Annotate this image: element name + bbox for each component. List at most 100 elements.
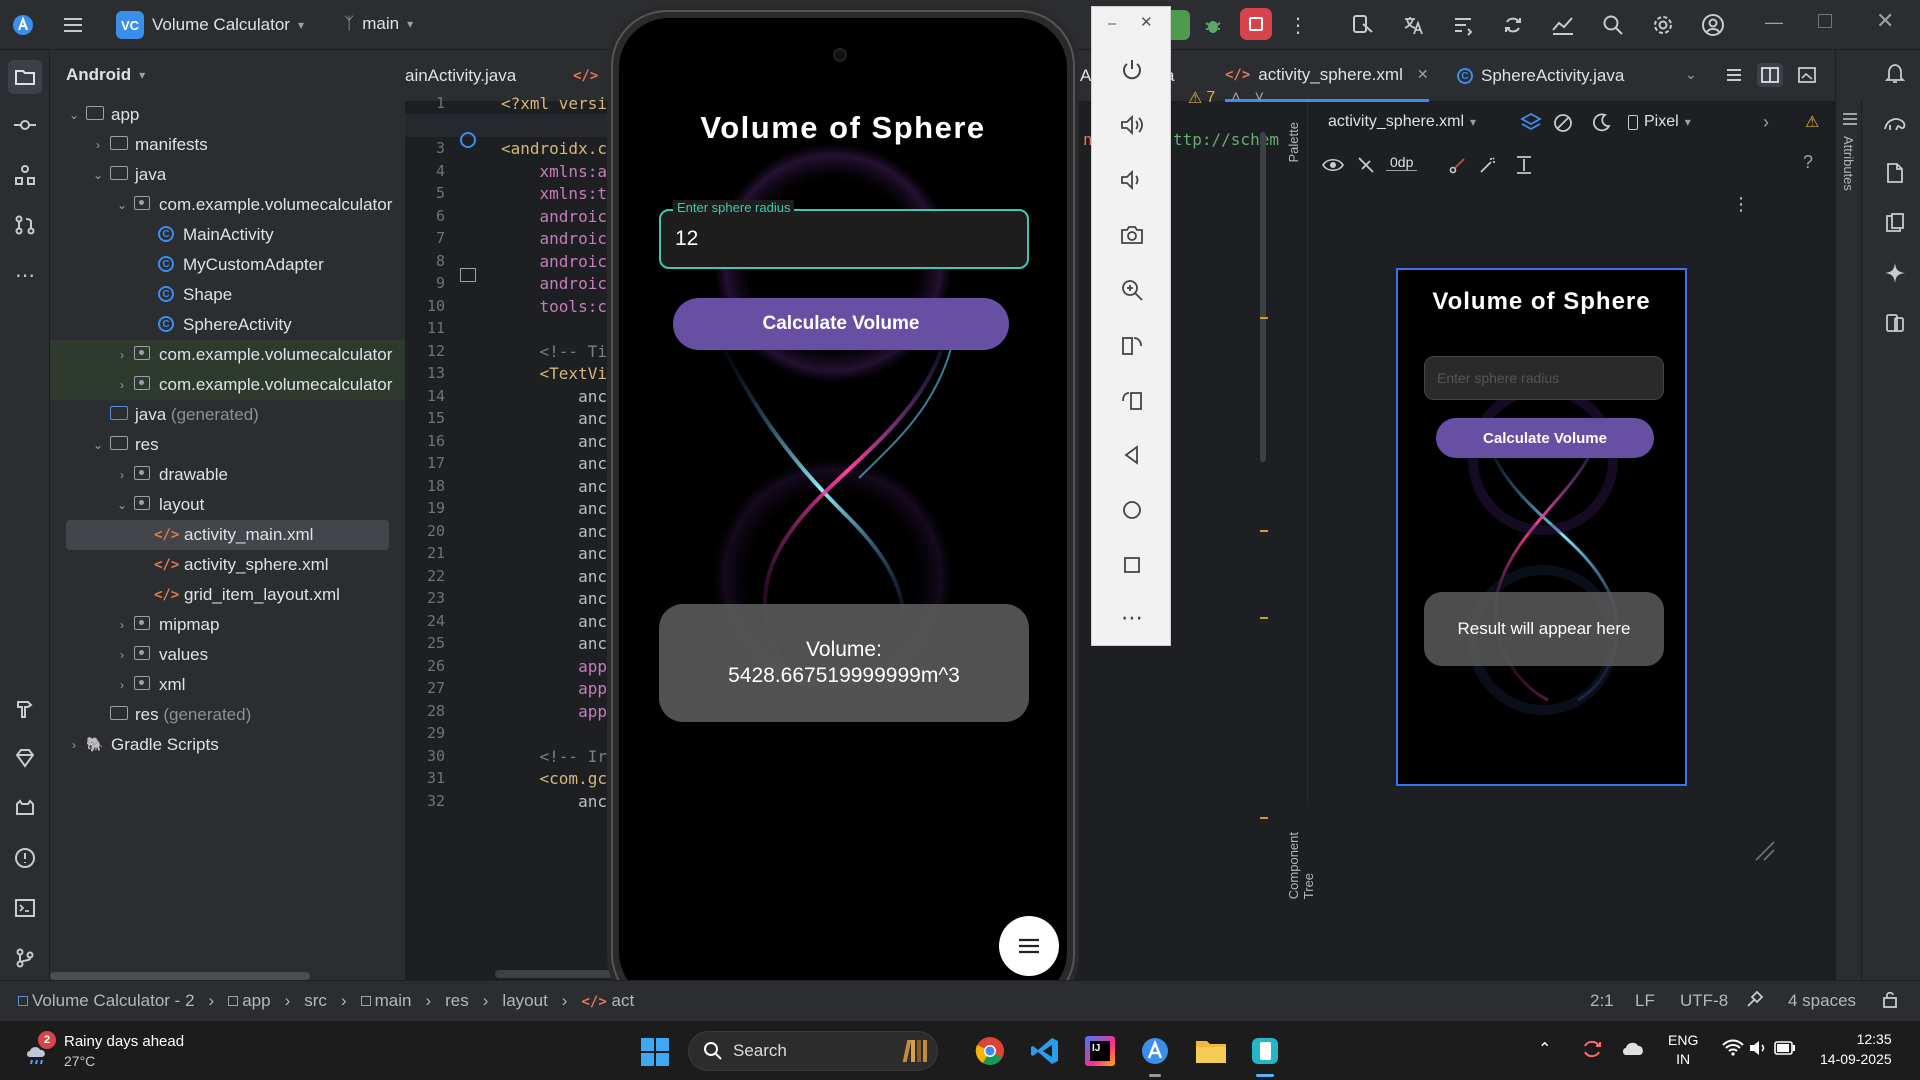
emulator-minimize-icon[interactable]: – bbox=[1108, 15, 1116, 32]
build-variants-icon[interactable] bbox=[1450, 12, 1476, 38]
night-mode-icon[interactable] bbox=[1590, 112, 1612, 134]
caret-position[interactable]: 2:1 bbox=[1590, 991, 1614, 1011]
show-hidden-icons-icon[interactable]: ⌃ bbox=[1538, 1039, 1551, 1059]
breadcrumb-item[interactable]: src bbox=[304, 991, 327, 1011]
layout-preview[interactable]: Volume of Sphere Enter sphere radius Cal… bbox=[1396, 268, 1687, 786]
chrome-icon[interactable] bbox=[975, 1036, 1005, 1066]
chevron-right-icon[interactable]: › bbox=[114, 678, 130, 692]
chevron-down-icon[interactable]: ⌄ bbox=[90, 438, 106, 452]
device-mirroring-icon[interactable] bbox=[1882, 310, 1908, 336]
notifications-icon[interactable] bbox=[1882, 60, 1908, 86]
tree-item-java-generated[interactable]: java (generated) bbox=[50, 400, 405, 430]
radius-input[interactable]: Enter sphere radius 12 bbox=[659, 200, 1029, 269]
tab-partial[interactable]: A bbox=[1080, 50, 1091, 102]
language-indicator[interactable]: ENG IN bbox=[1668, 1031, 1698, 1069]
taskbar-search[interactable]: Search bbox=[688, 1031, 938, 1071]
intellij-icon[interactable]: IJ bbox=[1085, 1036, 1115, 1066]
next-highlight-icon[interactable]: ˅ bbox=[1255, 89, 1264, 107]
default-margin-field[interactable]: 0dp bbox=[1386, 154, 1418, 171]
split-view-icon[interactable] bbox=[1757, 63, 1783, 87]
structure-icon[interactable] bbox=[12, 162, 38, 188]
wifi-icon[interactable] bbox=[1722, 1039, 1744, 1057]
chevron-down-icon[interactable]: ⌄ bbox=[114, 198, 130, 212]
tab-sphereactivity-java[interactable]: C SphereActivity.java bbox=[1457, 50, 1624, 102]
power-icon[interactable] bbox=[1119, 57, 1145, 83]
attributes-icon[interactable] bbox=[1842, 112, 1858, 126]
speaker-icon[interactable] bbox=[1748, 1039, 1768, 1057]
stop-icon[interactable] bbox=[1240, 8, 1272, 40]
minimize-window-icon[interactable]: — bbox=[1765, 12, 1783, 33]
chevron-right-icon[interactable]: › bbox=[114, 648, 130, 662]
line-separator[interactable]: LF bbox=[1635, 991, 1655, 1011]
infer-constraints-icon[interactable] bbox=[1478, 155, 1498, 175]
file-explorer-icon[interactable] bbox=[1195, 1037, 1227, 1065]
clear-constraints-icon[interactable] bbox=[1448, 155, 1468, 175]
tree-item-xml[interactable]: › xml bbox=[50, 670, 405, 700]
chevron-right-icon[interactable]: › bbox=[114, 378, 130, 392]
volume-up-icon[interactable] bbox=[1119, 112, 1145, 138]
chevron-right-icon[interactable]: › bbox=[1763, 112, 1769, 133]
code-style-icon[interactable] bbox=[1745, 989, 1765, 1009]
chevron-down-icon[interactable]: ⌄ bbox=[114, 498, 130, 512]
eye-icon[interactable] bbox=[1322, 157, 1344, 173]
back-icon[interactable] bbox=[1119, 442, 1145, 468]
project-selector[interactable]: VC Volume Calculator ▾ bbox=[116, 11, 304, 39]
onedrive-cloud-icon[interactable] bbox=[1620, 1039, 1646, 1057]
sync-tray-icon[interactable] bbox=[1580, 1037, 1604, 1061]
resize-handle-icon[interactable] bbox=[1752, 838, 1778, 864]
breadcrumb-item[interactable]: </> act bbox=[581, 991, 634, 1011]
tree-item-mycustomadapter[interactable]: C MyCustomAdapter bbox=[50, 250, 405, 280]
guidelines-icon[interactable] bbox=[1514, 155, 1534, 175]
tree-item-sphereactivity[interactable]: C SphereActivity bbox=[50, 310, 405, 340]
chevron-right-icon[interactable]: › bbox=[114, 618, 130, 632]
volume-down-icon[interactable] bbox=[1119, 167, 1145, 193]
file-encoding[interactable]: UTF-8 bbox=[1680, 991, 1728, 1011]
logcat-icon[interactable] bbox=[12, 795, 38, 821]
search-icon[interactable] bbox=[1600, 12, 1626, 38]
attributes-tab[interactable]: Attributes bbox=[1841, 136, 1856, 191]
orientation-icon[interactable] bbox=[1552, 112, 1574, 134]
breadcrumb-item[interactable]: app bbox=[228, 991, 271, 1011]
breadcrumb-item[interactable]: layout bbox=[502, 991, 547, 1011]
emulator-more-icon[interactable]: ⋯ bbox=[1119, 605, 1145, 631]
close-tab-icon[interactable]: ✕ bbox=[1417, 66, 1429, 83]
breadcrumb-item[interactable]: Volume Calculator - 2 bbox=[18, 991, 195, 1011]
tree-item-drawable[interactable]: › drawable bbox=[50, 460, 405, 490]
chevron-down-icon[interactable]: ⌄ bbox=[90, 168, 106, 182]
tree-item-manifests[interactable]: › manifests bbox=[50, 130, 405, 160]
gemini-sparkle-icon[interactable] bbox=[1882, 260, 1908, 286]
breadcrumb-item[interactable]: res bbox=[445, 991, 469, 1011]
device-file-explorer-icon[interactable] bbox=[1882, 160, 1908, 186]
android-studio-taskbar-icon[interactable] bbox=[1140, 1036, 1170, 1077]
indent-setting[interactable]: 4 spaces bbox=[1788, 991, 1856, 1011]
emulator-close-icon[interactable]: ✕ bbox=[1140, 13, 1153, 31]
component-tree-tab[interactable]: Component Tree bbox=[1286, 832, 1316, 899]
vertical-scrollbar[interactable] bbox=[1260, 132, 1266, 462]
palette-tab[interactable]: Palette bbox=[1286, 122, 1301, 162]
emulator-screen[interactable]: Volume of Sphere Enter sphere radius 12 … bbox=[619, 18, 1067, 1002]
chevron-right-icon[interactable]: › bbox=[66, 738, 82, 752]
windows-start-icon[interactable] bbox=[640, 1037, 670, 1067]
tree-item-app[interactable]: ⌄ app bbox=[50, 100, 405, 130]
screenshot-camera-icon[interactable] bbox=[1119, 222, 1145, 248]
zoom-icon[interactable] bbox=[1119, 277, 1145, 303]
tree-item-gradle-scripts[interactable]: › 🐘 Gradle Scripts bbox=[50, 730, 405, 760]
chevron-right-icon[interactable]: › bbox=[90, 138, 106, 152]
device-selector[interactable]: Pixel ▾ bbox=[1628, 113, 1691, 131]
tree-item-package-test[interactable]: › com.example.volumecalculator bbox=[50, 370, 405, 400]
device-manager-icon[interactable] bbox=[1350, 12, 1376, 38]
warnings-indicator[interactable]: ⚠ 7 ˄ ˅ bbox=[1188, 88, 1264, 108]
debug-icon[interactable] bbox=[1200, 12, 1226, 38]
tree-item-mainactivity[interactable]: C MainActivity bbox=[50, 220, 405, 250]
tree-item-mipmap[interactable]: › mipmap bbox=[50, 610, 405, 640]
tree-item-package-androidtest[interactable]: › com.example.volumecalculator bbox=[50, 340, 405, 370]
home-icon[interactable] bbox=[1119, 497, 1145, 523]
rotate-left-icon[interactable] bbox=[1119, 332, 1145, 358]
tree-item-res[interactable]: ⌄ res bbox=[50, 430, 405, 460]
more-actions-icon[interactable]: ⋮ bbox=[1285, 12, 1311, 38]
fab-menu-button[interactable] bbox=[999, 916, 1059, 976]
vscode-icon[interactable] bbox=[1030, 1036, 1060, 1066]
profiler-icon[interactable] bbox=[1550, 12, 1576, 38]
breadcrumb-item[interactable]: main bbox=[360, 991, 411, 1011]
battery-icon[interactable] bbox=[1774, 1041, 1796, 1055]
